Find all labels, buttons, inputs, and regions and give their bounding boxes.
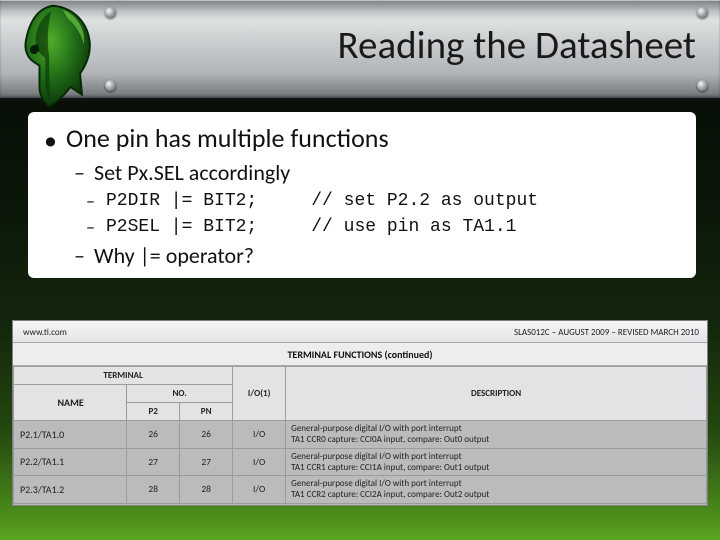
- cell-pn: 27: [180, 448, 233, 476]
- content-card: •One pin has multiple functions –Set Px.…: [28, 112, 696, 278]
- table-row: P2.2/TA1.1 27 27 I/O General-purpose dig…: [14, 448, 707, 476]
- table-row: P2.1/TA1.0 26 26 I/O General-purpose dig…: [14, 421, 707, 449]
- bullet-level-2: –Set Px.SEL accordingly: [94, 159, 680, 188]
- col-name: NAME: [14, 385, 127, 421]
- terminal-functions-table: TERMINAL I/O(1) DESCRIPTION NAME NO. P2 …: [13, 366, 707, 504]
- col-terminal: TERMINAL: [14, 367, 233, 385]
- col-io: I/O(1): [233, 367, 286, 421]
- cell-p2: 28: [127, 476, 180, 504]
- col-desc: DESCRIPTION: [286, 367, 707, 421]
- cell-name: P2.1/TA1.0: [14, 421, 127, 449]
- datasheet-rev: SLAS012C – AUGUST 2009 – REVISED MARCH 2…: [514, 327, 699, 338]
- cell-name: P2.2/TA1.1: [14, 448, 127, 476]
- col-no: NO.: [127, 385, 233, 403]
- cell-io: I/O: [233, 448, 286, 476]
- bullet-text: Set Px.SEL accordingly: [94, 159, 290, 186]
- col-pn: PN: [180, 403, 233, 421]
- cell-io: I/O: [233, 421, 286, 449]
- code-text: P2DIR |= BIT2; // set P2.2 as output: [106, 191, 538, 211]
- code-text: P2SEL |= BIT2; // use pin as TA1.1: [106, 217, 516, 237]
- page-title: Reading the Datasheet: [338, 22, 696, 69]
- datasheet-header: www.ti.com SLAS012C – AUGUST 2009 – REVI…: [13, 321, 707, 343]
- col-p2: P2: [127, 403, 180, 421]
- cell-desc: General-purpose digital I/O with port in…: [286, 448, 707, 476]
- code-line: –P2SEL |= BIT2; // use pin as TA1.1: [106, 215, 680, 239]
- bullet-level-1: •One pin has multiple functions: [66, 122, 680, 155]
- cell-p2: 27: [127, 448, 180, 476]
- cell-desc: General-purpose digital I/O with port in…: [286, 421, 707, 449]
- datasheet-site: www.ti.com: [23, 327, 67, 338]
- spartan-logo-icon: [0, 0, 112, 114]
- rivet-icon: [697, 80, 708, 91]
- cell-desc: General-purpose digital I/O with port in…: [286, 476, 707, 504]
- cell-io: I/O: [233, 476, 286, 504]
- cell-pn: 28: [180, 476, 233, 504]
- cell-name: P2.3/TA1.2: [14, 476, 127, 504]
- bullet-level-2: –Why |= operator?: [94, 242, 680, 271]
- slide: Reading the Datasheet •One pin has multi…: [0, 0, 720, 540]
- code-line: –P2DIR |= BIT2; // set P2.2 as output: [106, 189, 680, 213]
- cell-pn: 26: [180, 421, 233, 449]
- bullet-text: One pin has multiple functions: [66, 122, 389, 154]
- datasheet-section-title: TERMINAL FUNCTIONS (continued): [13, 343, 707, 366]
- bullet-text: Why |= operator?: [94, 242, 254, 269]
- cell-p2: 26: [127, 421, 180, 449]
- slide-body: •One pin has multiple functions –Set Px.…: [28, 112, 696, 288]
- datasheet-excerpt: www.ti.com SLAS012C – AUGUST 2009 – REVI…: [12, 320, 708, 506]
- table-row: P2.3/TA1.2 28 28 I/O General-purpose dig…: [14, 476, 707, 504]
- rivet-icon: [697, 7, 708, 18]
